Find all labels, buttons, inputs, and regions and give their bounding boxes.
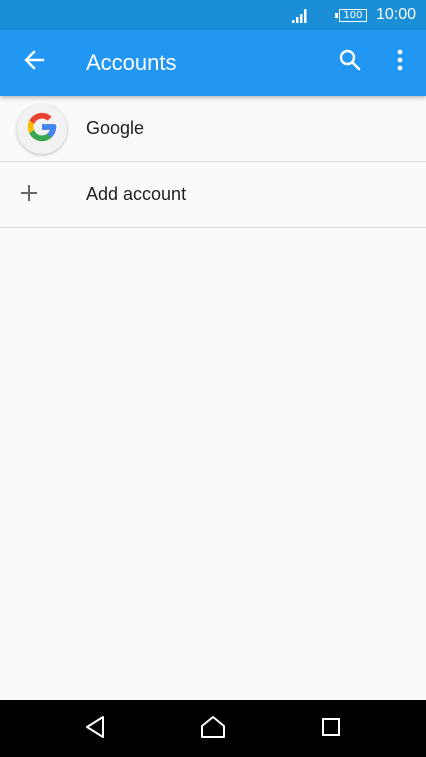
nav-home-icon (200, 715, 226, 744)
nav-home-button[interactable] (188, 706, 238, 752)
back-button[interactable] (12, 40, 56, 84)
status-bar: 100 10:00 (0, 0, 426, 30)
navigation-bar (0, 700, 426, 757)
nav-recents-icon (321, 717, 341, 742)
app-bar: Accounts (0, 30, 426, 96)
plus-icon-wrapper (16, 169, 68, 221)
signal-icon (291, 6, 309, 24)
accounts-list: Google Add account (0, 96, 426, 228)
add-account-label: Add account (86, 184, 187, 204)
nav-back-icon (84, 715, 106, 744)
search-icon (338, 48, 362, 77)
more-vert-icon (396, 48, 404, 77)
battery-icon: 100 (334, 8, 367, 22)
more-options-button[interactable] (378, 40, 422, 84)
account-item-google[interactable]: Google (0, 96, 426, 162)
google-avatar (16, 103, 68, 155)
nav-recents-button[interactable] (306, 706, 356, 752)
nav-back-button[interactable] (70, 706, 120, 752)
google-icon (25, 110, 59, 149)
status-icons: 100 10:00 (291, 0, 416, 30)
battery-level: 100 (338, 8, 367, 22)
account-label: Google (86, 118, 145, 138)
add-account-item[interactable]: Add account (0, 162, 426, 228)
plus-icon (19, 183, 39, 208)
arrow-back-icon (23, 49, 45, 76)
page-title: Accounts (86, 50, 177, 75)
clock: 10:00 (375, 6, 416, 23)
search-button[interactable] (328, 40, 372, 84)
